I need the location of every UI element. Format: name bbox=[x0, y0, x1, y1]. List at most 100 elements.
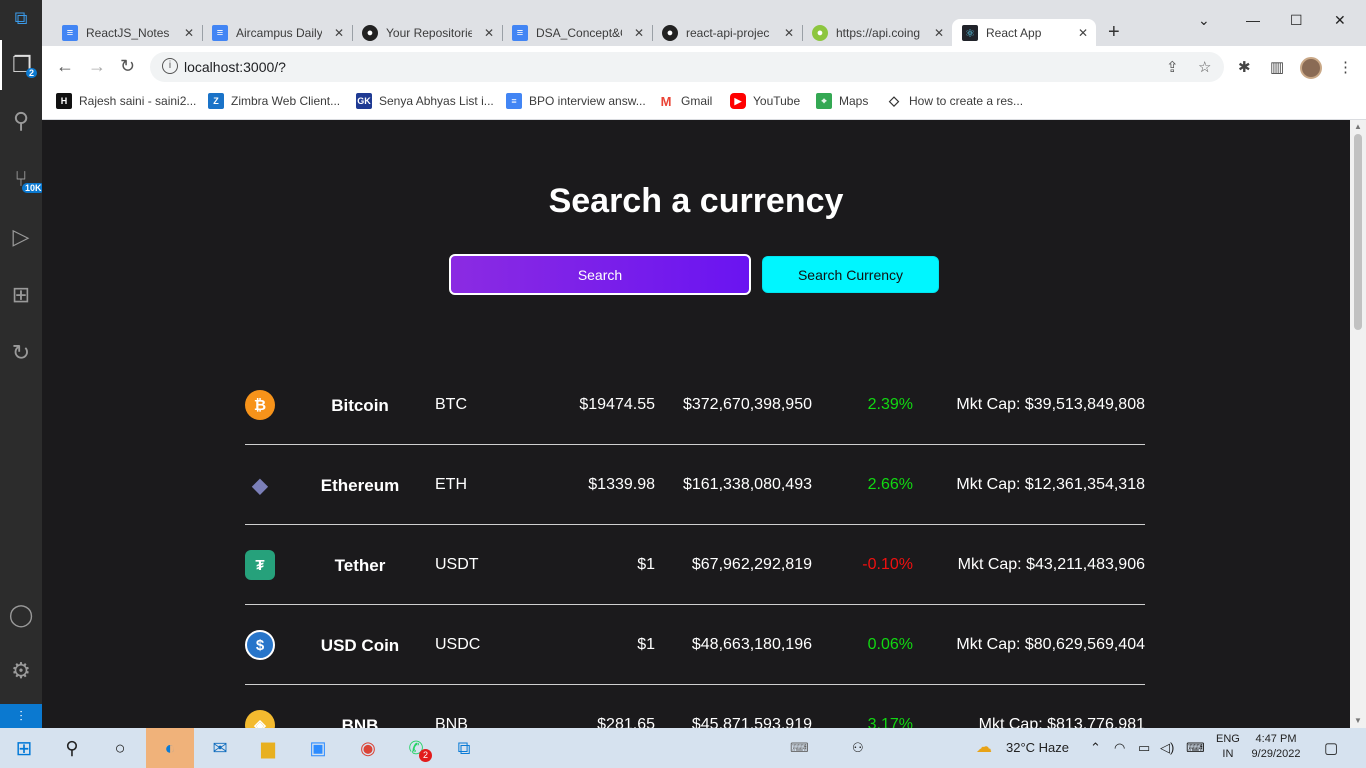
explorer-icon[interactable]: ❐ bbox=[0, 40, 42, 90]
docs-icon: ≡ bbox=[512, 25, 528, 41]
menu-kebab-icon[interactable]: ⋮ bbox=[1338, 58, 1353, 76]
explorer-badge: 2 bbox=[26, 68, 38, 78]
bookmark-label: BPO interview answ... bbox=[529, 94, 646, 108]
scroll-down-arrow-icon[interactable]: ▼ bbox=[1354, 716, 1362, 725]
accounts-icon[interactable]: ◯ bbox=[0, 590, 42, 640]
source-control-icon[interactable]: ⑂ bbox=[0, 154, 42, 204]
bitcoin-icon: ₿ bbox=[245, 390, 275, 420]
new-tab-button[interactable]: + bbox=[1108, 21, 1120, 44]
tab-title: https://api.coing bbox=[836, 26, 921, 40]
people-icon[interactable]: ⚇ bbox=[852, 740, 864, 756]
coin-volume: $161,338,080,493 bbox=[682, 476, 812, 493]
search-icon[interactable]: ⚲ bbox=[0, 96, 42, 146]
ethereum-icon: ◆ bbox=[252, 474, 268, 497]
file-explorer-icon[interactable]: ▆ bbox=[244, 728, 292, 768]
docs-icon: ≡ bbox=[62, 25, 78, 41]
bookmark-gmail[interactable]: M Gmail bbox=[658, 93, 713, 109]
close-icon[interactable]: ✕ bbox=[634, 26, 644, 40]
minimize-button[interactable]: — bbox=[1246, 12, 1260, 28]
github-icon: ● bbox=[662, 25, 678, 41]
share-icon[interactable]: ⇪ bbox=[1166, 58, 1179, 76]
close-icon[interactable]: ✕ bbox=[784, 26, 794, 40]
close-icon[interactable]: ✕ bbox=[184, 26, 194, 40]
touch-keyboard-icon[interactable]: ⌨ bbox=[790, 740, 809, 756]
remote-indicator-icon[interactable]: ⫶ bbox=[0, 704, 42, 728]
site-info-icon[interactable]: i bbox=[162, 58, 178, 74]
input-language[interactable]: ENG IN bbox=[1216, 732, 1240, 762]
maximize-button[interactable]: ☐ bbox=[1290, 12, 1303, 29]
profile-avatar[interactable] bbox=[1300, 57, 1322, 79]
weather-haze-icon[interactable]: ☁ bbox=[976, 737, 992, 757]
row-divider bbox=[245, 524, 1145, 525]
coin-name: USD Coin bbox=[320, 636, 400, 655]
wifi-icon[interactable]: ◠ bbox=[1114, 740, 1125, 756]
tab-reactjs-notes[interactable]: ≡ ReactJS_Notes - ✕ bbox=[52, 19, 202, 47]
bookmark-how-to-create[interactable]: ◇ How to create a res... bbox=[886, 93, 1023, 109]
tab-coingecko-api[interactable]: ● https://api.coing ✕ bbox=[802, 19, 952, 47]
bookmark-maps[interactable]: ⌖ Maps bbox=[816, 93, 868, 109]
coin-price: $1339.98 bbox=[588, 476, 655, 493]
search-currency-button[interactable]: Search Currency bbox=[762, 256, 939, 293]
zoom-icon[interactable]: ▣ bbox=[294, 728, 342, 768]
github-icon: ● bbox=[362, 25, 378, 41]
task-view-icon[interactable]: ○ bbox=[96, 728, 144, 768]
tab-dsa-concept[interactable]: ≡ DSA_Concept&C ✕ bbox=[502, 19, 652, 47]
windows-start-icon[interactable]: ⊞ bbox=[0, 728, 48, 768]
vscode-taskbar-icon[interactable]: ⧉ bbox=[440, 728, 488, 768]
search-input[interactable] bbox=[449, 254, 751, 295]
scroll-up-arrow-icon[interactable]: ▲ bbox=[1354, 122, 1362, 131]
url-text[interactable]: localhost:3000/? bbox=[184, 59, 286, 75]
tab-aircampus[interactable]: ≡ Aircampus Daily ✕ bbox=[202, 19, 352, 47]
coin-symbol: USDT bbox=[435, 556, 479, 573]
run-debug-icon[interactable]: ▷ bbox=[0, 212, 42, 262]
tab-react-api-project[interactable]: ● react-api-projec ✕ bbox=[652, 19, 802, 47]
weather-text[interactable]: 32°C Haze bbox=[1006, 740, 1069, 755]
address-bar[interactable]: i localhost:3000/? ⇪ ☆ bbox=[150, 52, 1224, 82]
extensions-icon[interactable]: ⊞ bbox=[0, 270, 42, 320]
page-title: Search a currency bbox=[548, 182, 844, 220]
forward-button[interactable]: → bbox=[88, 56, 106, 77]
close-icon[interactable]: ✕ bbox=[934, 26, 944, 40]
volume-icon[interactable]: ◁) bbox=[1160, 740, 1174, 756]
bookmark-rajesh-saini[interactable]: H Rajesh saini - saini2... bbox=[56, 93, 196, 109]
system-clock[interactable]: 4:47 PM 9/29/2022 bbox=[1246, 732, 1306, 762]
tab-search-chevron-icon[interactable]: ⌄ bbox=[1198, 12, 1210, 29]
battery-icon[interactable]: ▭ bbox=[1138, 740, 1150, 756]
coingecko-icon: ● bbox=[812, 25, 828, 41]
coin-price: $1 bbox=[637, 636, 655, 653]
tab-react-app[interactable]: ⚛ React App ✕ bbox=[952, 19, 1096, 47]
keyboard-icon[interactable]: ⌨ bbox=[1186, 740, 1205, 756]
side-panel-icon[interactable]: ▥ bbox=[1270, 58, 1284, 76]
notifications-icon[interactable]: ▢ bbox=[1324, 739, 1338, 757]
edge-icon[interactable]: ◐ bbox=[146, 728, 194, 768]
bookmark-youtube[interactable]: ▶ YouTube bbox=[730, 93, 800, 109]
whatsapp-icon[interactable]: ✆ 2 bbox=[392, 728, 440, 768]
reload-button[interactable]: ↻ bbox=[120, 56, 135, 77]
manage-gear-icon[interactable]: ⚙ bbox=[0, 646, 42, 696]
close-icon[interactable]: ✕ bbox=[484, 26, 494, 40]
close-window-button[interactable]: ✕ bbox=[1334, 12, 1346, 29]
bookmark-zimbra[interactable]: Z Zimbra Web Client... bbox=[208, 93, 340, 109]
show-hidden-icons-chevron-icon[interactable]: ⌃ bbox=[1090, 740, 1101, 756]
remote-explorer-icon[interactable]: ↻ bbox=[0, 328, 42, 378]
chrome-icon[interactable]: ◉ bbox=[344, 728, 392, 768]
close-icon[interactable]: ✕ bbox=[1078, 26, 1088, 40]
scroll-thumb[interactable] bbox=[1354, 134, 1362, 330]
mail-icon[interactable]: ✉ bbox=[196, 728, 244, 768]
bookmark-bpo-interview[interactable]: ≡ BPO interview answ... bbox=[506, 93, 646, 109]
coin-market-cap: Mkt Cap: $813,776,981 bbox=[978, 716, 1145, 728]
bookmark-label: YouTube bbox=[753, 94, 801, 108]
back-button[interactable]: ← bbox=[56, 56, 74, 77]
page-scrollbar[interactable]: ▲ ▼ bbox=[1350, 120, 1366, 728]
taskbar-search-icon[interactable]: ⚲ bbox=[48, 728, 96, 768]
close-icon[interactable]: ✕ bbox=[334, 26, 344, 40]
coin-name: Bitcoin bbox=[331, 396, 389, 415]
tab-repositories[interactable]: ● Your Repositorie ✕ bbox=[352, 19, 502, 47]
extensions-puzzle-icon[interactable]: ✱ bbox=[1238, 58, 1251, 76]
coin-symbol: BNB bbox=[435, 716, 468, 728]
clock-date: 9/29/2022 bbox=[1251, 748, 1301, 760]
codepen-icon: ◇ bbox=[889, 93, 899, 108]
bookmark-senya-abhyas[interactable]: GK Senya Abhyas List i... bbox=[356, 93, 494, 109]
coin-volume: $67,962,292,819 bbox=[691, 556, 812, 573]
bookmark-star-icon[interactable]: ☆ bbox=[1198, 58, 1211, 76]
